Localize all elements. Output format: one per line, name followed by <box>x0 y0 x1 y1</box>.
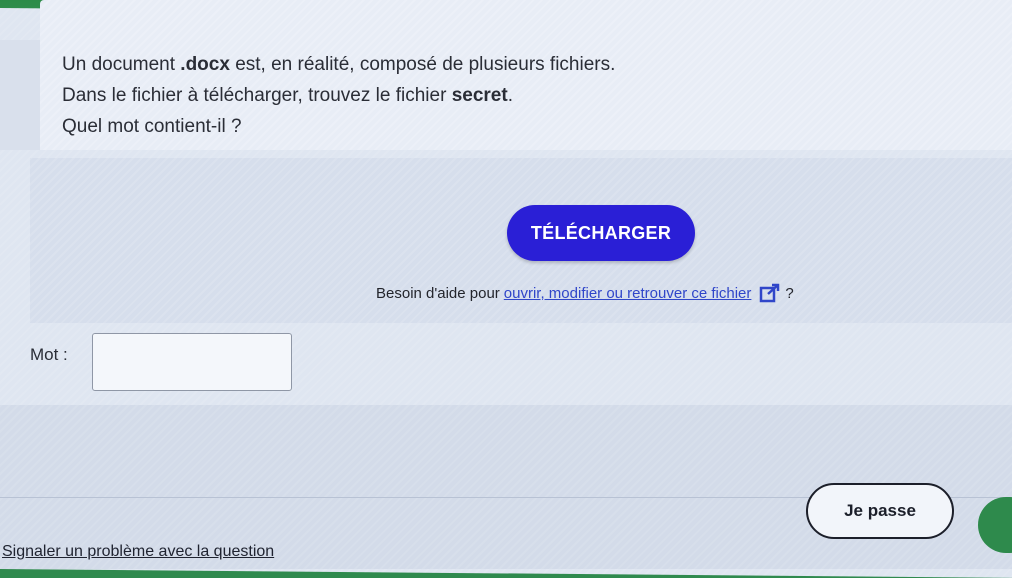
instruction-question: Quel mot contient-il ? <box>62 116 242 137</box>
instructions: Un document .docx est, en réalité, compo… <box>62 50 962 143</box>
report-problem-link[interactable]: Signaler un problème avec la question <box>2 543 274 561</box>
answer-input[interactable] <box>92 333 292 391</box>
instruction-line-1: Un document .docx est, en réalité, compo… <box>62 54 616 75</box>
left-margin <box>0 40 40 150</box>
answer-label: Mot : <box>30 345 68 364</box>
download-button[interactable]: TÉLÉCHARGER <box>507 205 695 261</box>
help-text: Besoin d'aide pour ouvrir, modifier ou r… <box>376 283 794 303</box>
external-link-icon[interactable] <box>759 283 781 303</box>
skip-button[interactable]: Je passe <box>806 483 954 539</box>
instruction-line-2: Dans le fichier à télécharger, trouvez l… <box>62 85 513 106</box>
help-link[interactable]: ouvrir, modifier ou retrouver ce fichier <box>504 285 752 302</box>
